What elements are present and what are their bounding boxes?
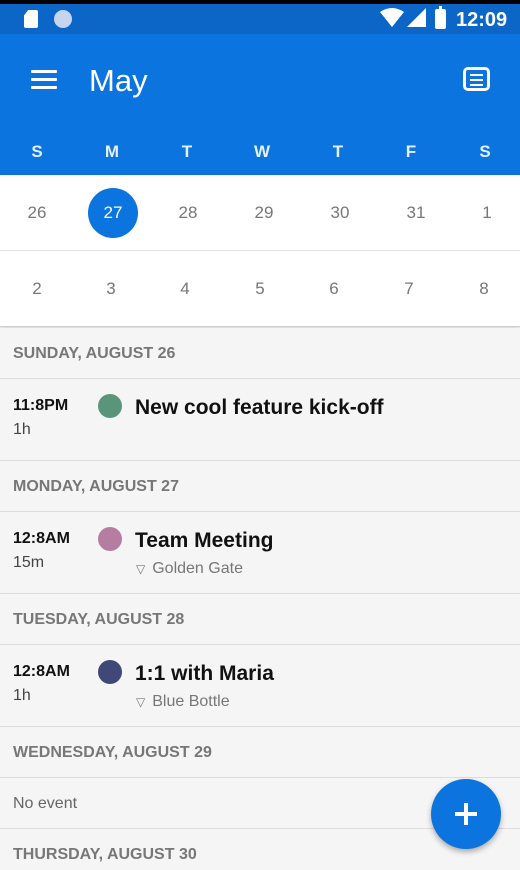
day-header: MONDAY, AUGUST 27 (0, 461, 520, 512)
event-location: ▽ Golden Gate (136, 560, 243, 578)
weekday-label: T (332, 142, 344, 161)
signal-icon (407, 8, 426, 27)
month-title: May (89, 63, 148, 98)
notification-icon (54, 10, 72, 28)
event-location-text: Blue Bottle (152, 693, 230, 710)
event-item[interactable]: 11:8PM 1h New cool feature kick-off (0, 379, 520, 461)
event-color-dot (98, 660, 122, 684)
calendar-day[interactable]: 2 (12, 251, 62, 327)
calendar-day[interactable]: 6 (309, 251, 359, 327)
calendar-grid: 26 27 28 29 30 31 1 2 3 4 5 6 7 8 (0, 175, 520, 327)
event-start-time: 12:8AM (13, 663, 70, 680)
weekday-label: M (104, 142, 120, 161)
status-bar: 12:09 (0, 0, 520, 34)
weekday-label: W (253, 142, 271, 161)
day-header: SUNDAY, AUGUST 26 (0, 328, 520, 379)
event-title: New cool feature kick-off (135, 396, 384, 419)
weekday-label: S (31, 142, 43, 161)
event-location-text: Golden Gate (152, 560, 243, 577)
event-duration: 1h (13, 687, 31, 704)
event-location: ▽ Blue Bottle (136, 693, 230, 711)
calendar-day[interactable]: 4 (160, 251, 210, 327)
week-row: 2 3 4 5 6 7 8 (0, 251, 520, 327)
wifi-icon (380, 8, 404, 27)
calendar-day[interactable]: 8 (459, 251, 509, 327)
calendar-day[interactable]: 1 (462, 175, 512, 251)
weekday-row: S M T W T F S (0, 142, 520, 162)
location-pin-icon: ▽ (136, 695, 146, 709)
menu-icon[interactable] (31, 70, 57, 90)
location-pin-icon: ▽ (136, 562, 146, 576)
event-duration: 15m (13, 554, 45, 571)
event-color-dot (98, 527, 122, 551)
event-title: 1:1 with Maria (135, 662, 274, 685)
calendar-day[interactable]: 29 (239, 175, 289, 251)
add-event-button[interactable] (431, 779, 501, 849)
calendar-day[interactable]: 3 (86, 251, 136, 327)
calendar-day[interactable]: 28 (163, 175, 213, 251)
calendar-day[interactable]: 30 (315, 175, 365, 251)
weekday-label: T (181, 142, 193, 161)
weekday-label: S (479, 142, 491, 161)
week-row: 26 27 28 29 30 31 1 (0, 175, 520, 251)
event-item[interactable]: 12:8AM 1h 1:1 with Maria ▽ Blue Bottle (0, 645, 520, 727)
calendar-day[interactable]: 31 (391, 175, 441, 251)
event-title: Team Meeting (135, 529, 274, 552)
calendar-day-selected[interactable]: 27 (88, 175, 138, 251)
sd-card-icon (24, 10, 38, 28)
calendar-day[interactable]: 26 (12, 175, 62, 251)
event-start-time: 11:8PM (13, 397, 69, 414)
battery-icon (435, 6, 446, 29)
day-header: WEDNESDAY, AUGUST 29 (0, 727, 520, 778)
agenda-view-icon[interactable] (463, 67, 490, 91)
event-color-dot (98, 394, 122, 418)
day-header: TUESDAY, AUGUST 28 (0, 594, 520, 645)
calendar-day[interactable]: 7 (384, 251, 434, 327)
event-duration: 1h (13, 421, 31, 438)
calendar-day[interactable]: 5 (235, 251, 285, 327)
event-item[interactable]: 12:8AM 15m Team Meeting ▽ Golden Gate (0, 512, 520, 594)
app-bar: May S M T W T F S (0, 34, 520, 175)
status-time: 12:09 (456, 9, 508, 31)
event-start-time: 12:8AM (13, 530, 70, 547)
weekday-label: F (405, 142, 417, 161)
